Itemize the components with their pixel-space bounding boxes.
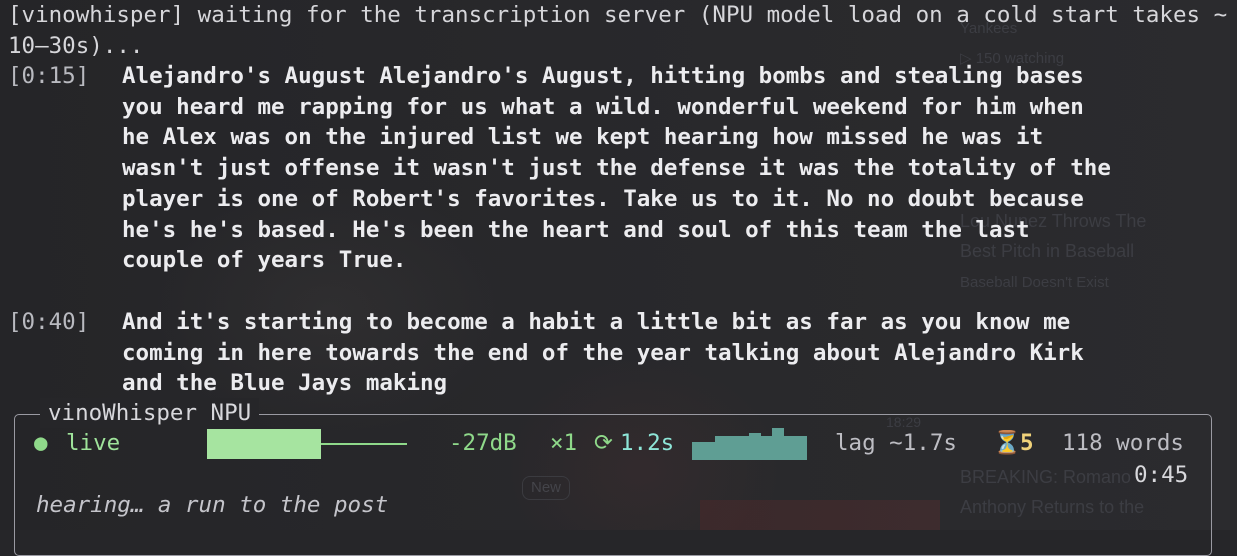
lag-readout: lag ~1.7s	[835, 430, 957, 456]
live-indicator-icon: ●	[34, 430, 48, 456]
speed-multiplier: ×1	[550, 430, 578, 456]
partial-transcript: hearing… a run to the post	[36, 492, 389, 518]
segment-timestamp: [0:15]	[8, 63, 90, 89]
elapsed-time: 0:45	[1134, 462, 1189, 488]
audio-level-meter	[207, 429, 407, 459]
sparkline-bar	[749, 433, 761, 460]
word-count: 118 words	[1062, 430, 1184, 456]
throughput-sparkline	[692, 428, 807, 460]
segment-transcript: Alejandro's August Alejandro's August, h…	[122, 63, 1111, 274]
sparkline-bar	[783, 436, 796, 460]
audio-level-track	[321, 443, 407, 445]
segment-transcript: And it's starting to become a habit a li…	[122, 309, 1084, 397]
chunk-timer-icon: ⟳	[594, 430, 613, 456]
sparkline-bar	[726, 436, 739, 460]
chunk-time-readout: 1.2s	[620, 430, 675, 456]
live-status-label: live	[66, 430, 121, 456]
sparkline-bar	[760, 436, 773, 460]
sparkline-bar	[692, 442, 704, 460]
sparkline-bar	[714, 436, 727, 460]
sparkline-bar	[737, 436, 750, 460]
pending-chunks-count: 5	[1020, 430, 1034, 456]
audio-level-fill	[207, 429, 321, 459]
sparkline-bar	[703, 442, 716, 460]
panel-title: vinoWhisper NPU	[40, 398, 260, 428]
audio-db-readout: -27dB	[449, 430, 517, 456]
sparkline-bar	[794, 436, 807, 460]
sparkline-bar	[771, 428, 784, 460]
hourglass-icon: ⏳	[993, 430, 1022, 456]
segment-timestamp: [0:40]	[8, 309, 90, 335]
server-status-message: [vinowhisper] waiting for the transcript…	[8, 2, 1228, 59]
